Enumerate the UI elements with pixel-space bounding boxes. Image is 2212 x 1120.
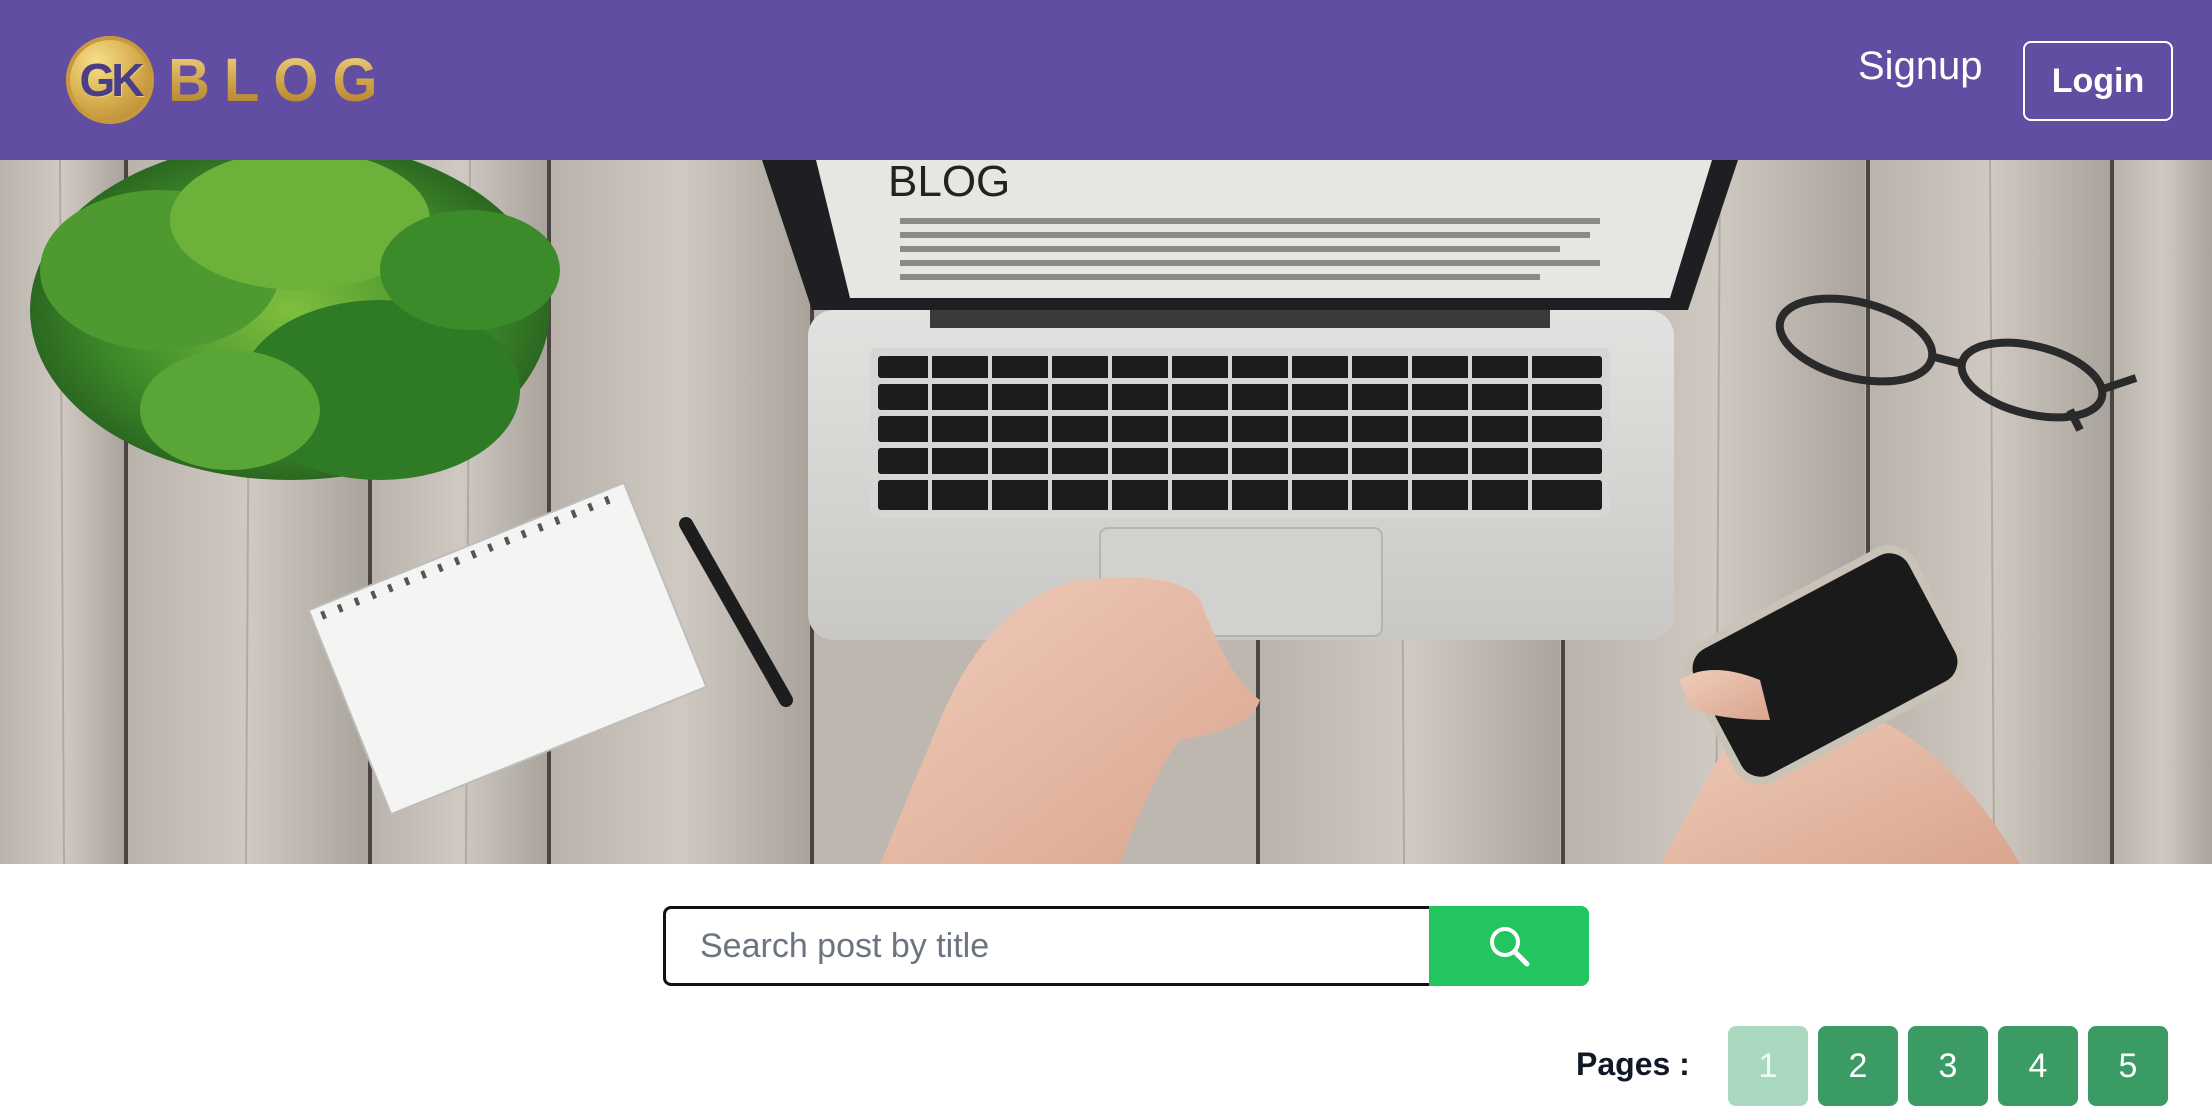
logo-text: BLOG xyxy=(168,45,392,115)
site-logo[interactable]: GK BLOG xyxy=(66,34,392,126)
page-button-3[interactable]: 3 xyxy=(1908,1026,1988,1106)
search-button[interactable] xyxy=(1429,906,1589,986)
laptop-screen-title: BLOG xyxy=(888,160,1010,206)
logo-badge-icon: GK xyxy=(66,36,154,124)
search-bar xyxy=(663,906,1589,986)
page-button-4[interactable]: 4 xyxy=(1998,1026,2078,1106)
laptop-image: BLOG xyxy=(762,160,1738,640)
hero-image: BLOG xyxy=(0,160,2212,864)
page-button-5[interactable]: 5 xyxy=(2088,1026,2168,1106)
pages-label: Pages : xyxy=(1576,1046,1690,1082)
search-icon xyxy=(1490,927,1530,967)
search-input[interactable] xyxy=(663,906,1429,986)
login-button[interactable]: Login xyxy=(2023,41,2173,121)
page-button-1[interactable]: 1 xyxy=(1728,1026,1808,1106)
logo-badge-text: GK xyxy=(79,54,145,106)
pagination: 1 2 3 4 5 xyxy=(1728,1026,2168,1106)
plant-image xyxy=(30,160,560,480)
navbar: GK BLOG Signup Login xyxy=(0,0,2212,160)
page-button-2[interactable]: 2 xyxy=(1818,1026,1898,1106)
signup-link[interactable]: Signup xyxy=(1858,44,1983,89)
